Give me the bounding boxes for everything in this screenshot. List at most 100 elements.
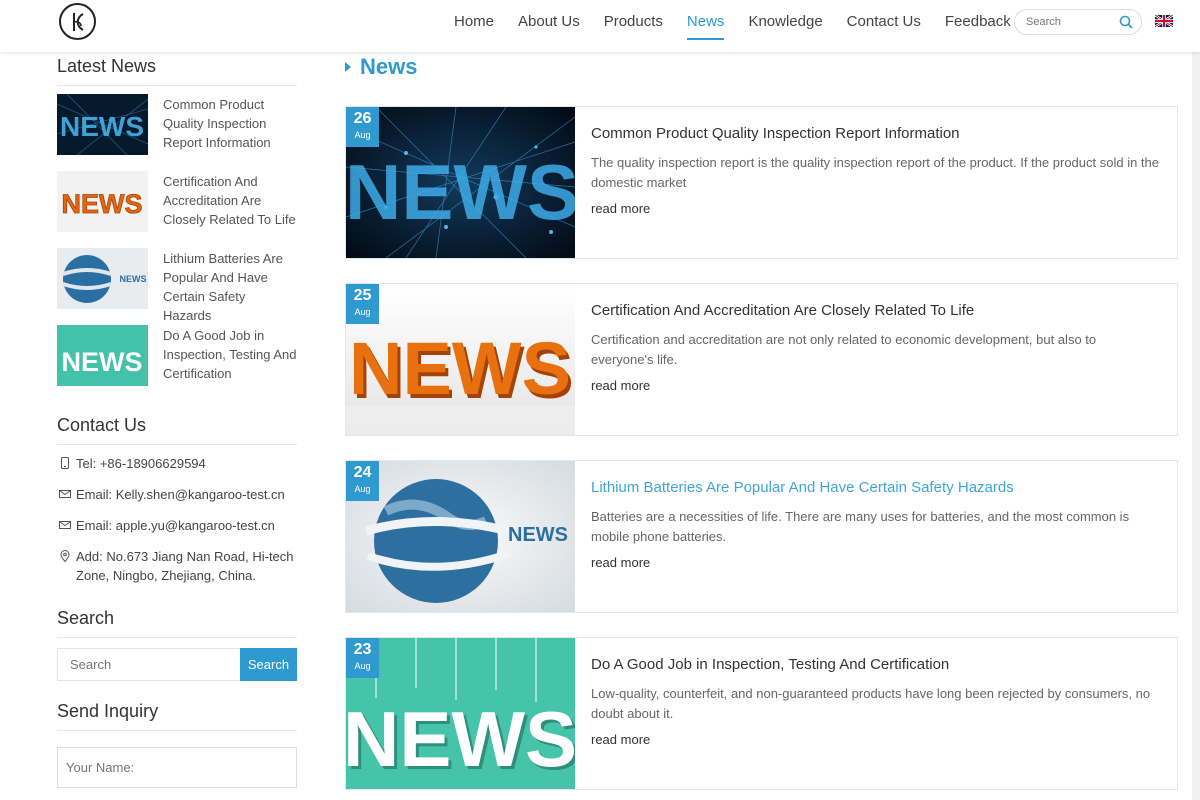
latest-news-title[interactable]: Lithium Batteries Are Popular And Have C…: [163, 248, 297, 325]
sidebar-search-button[interactable]: Search: [240, 648, 297, 681]
header-search-box: [1014, 9, 1142, 35]
location-icon: [60, 550, 70, 562]
sidebar-search: Search: [57, 648, 297, 681]
news-article-title[interactable]: Lithium Batteries Are Popular And Have C…: [591, 478, 1161, 498]
latest-news-title[interactable]: Common Product Quality Inspection Report…: [163, 94, 297, 171]
site-header: Home About Us Products News Knowledge Co…: [0, 0, 1200, 52]
image-news-label: NEWS: [508, 524, 568, 546]
logo-mark-icon: [72, 12, 84, 31]
date-badge: 24 Aug: [346, 461, 379, 501]
news-page-title-row: News: [345, 52, 1178, 82]
nav-knowledge[interactable]: Knowledge: [748, 0, 822, 40]
latest-news-item[interactable]: NEWS Do A Good Job in Inspection, Testin…: [57, 325, 297, 402]
date-month: Aug: [354, 661, 371, 671]
news-article-body: Lithium Batteries Are Popular And Have C…: [575, 461, 1177, 612]
nav-news[interactable]: News: [686, 0, 725, 40]
news-article-excerpt: Batteries are a necessities of life. The…: [591, 509, 1130, 544]
page-title: News: [360, 54, 418, 79]
news-teal-icon: NEWS NEWS: [346, 638, 575, 789]
news-article-card[interactable]: 23 Aug NEWS NEWS Do A Good Job in Inspec…: [345, 637, 1178, 790]
read-more-link[interactable]: read more: [591, 732, 650, 747]
news-article-card[interactable]: 26 Aug NEWS Common Product Quality Inspe…: [345, 106, 1178, 259]
page-scrollbar[interactable]: [1192, 52, 1200, 800]
news-globe-icon[interactable]: NEWS: [57, 248, 148, 309]
date-badge: 23 Aug: [346, 638, 379, 678]
contact-us-heading: Contact Us: [57, 415, 297, 445]
news-orange-icon[interactable]: NEWS: [57, 171, 148, 232]
news-article-excerpt: Low-quality, counterfeit, and non-guaran…: [591, 686, 1151, 721]
contact-address: Add: No.673 Jiang Nan Road, Hi-tech Zone…: [57, 547, 297, 585]
mail-icon: [59, 521, 71, 529]
search-heading: Search: [57, 608, 297, 638]
read-more-link[interactable]: read more: [591, 201, 650, 216]
mail-icon: [59, 490, 71, 498]
header-search-input[interactable]: [1026, 10, 1122, 34]
news-article-excerpt: The quality inspection report is the qua…: [591, 155, 1159, 190]
contact-phone: Tel: +86-18906629594: [57, 454, 297, 473]
main-nav: Home About Us Products News Knowledge Co…: [442, 0, 1023, 52]
news-globe-icon: NEWS: [346, 461, 575, 612]
date-month: Aug: [354, 307, 371, 317]
contact-email-text[interactable]: Email: apple.yu@kangaroo-test.cn: [76, 516, 275, 535]
contact-email-2: Email: apple.yu@kangaroo-test.cn: [57, 516, 297, 535]
news-article-title[interactable]: Do A Good Job in Inspection, Testing And…: [591, 655, 1161, 675]
read-more-link[interactable]: read more: [591, 378, 650, 393]
contact-address-text: Add: No.673 Jiang Nan Road, Hi-tech Zone…: [76, 549, 294, 583]
nav-about-us[interactable]: About Us: [518, 0, 580, 40]
news-article-image[interactable]: 24 Aug NEWS: [346, 461, 575, 612]
news-article-body: Common Product Quality Inspection Report…: [575, 107, 1177, 258]
news-article-excerpt: Certification and accreditation are not …: [591, 332, 1097, 367]
nav-products[interactable]: Products: [604, 0, 663, 40]
send-inquiry-heading: Send Inquiry: [57, 701, 297, 731]
latest-news-list: NEWS Common Product Quality Inspection R…: [57, 94, 297, 402]
contact-phone-text: Tel: +86-18906629594: [76, 456, 206, 471]
news-main: News 26 Aug NEWS Common Product Quality …: [345, 52, 1178, 790]
news-article-card[interactable]: 24 Aug NEWS Lithium Batteries Are Popula…: [345, 460, 1178, 613]
logo[interactable]: [59, 3, 96, 40]
search-icon[interactable]: [1119, 15, 1133, 29]
news-article-image[interactable]: 23 Aug NEWS NEWS: [346, 638, 575, 789]
news-article-body: Do A Good Job in Inspection, Testing And…: [575, 638, 1177, 789]
date-badge: 25 Aug: [346, 284, 379, 324]
nav-contact-us[interactable]: Contact Us: [847, 0, 921, 40]
date-day: 25: [353, 287, 372, 304]
nav-home[interactable]: Home: [454, 0, 494, 40]
contact-email-1: Email: Kelly.shen@kangaroo-test.cn: [57, 485, 297, 504]
nav-feedback[interactable]: Feedback: [945, 0, 1011, 40]
phone-icon: [61, 457, 69, 469]
svg-text:NEWS: NEWS: [62, 189, 143, 219]
contact-email-text[interactable]: Email: Kelly.shen@kangaroo-test.cn: [76, 485, 285, 504]
news-orange-icon: NEWS NEWS: [346, 284, 575, 435]
latest-news-title[interactable]: Do A Good Job in Inspection, Testing And…: [163, 325, 297, 402]
latest-news-item[interactable]: NEWS Common Product Quality Inspection R…: [57, 94, 297, 171]
contact-list: Tel: +86-18906629594 Email: Kelly.shen@k…: [57, 454, 297, 585]
svg-text:NEWS: NEWS: [349, 327, 571, 410]
news-blue-icon[interactable]: NEWS: [57, 94, 148, 155]
latest-news-item[interactable]: NEWS Lithium Batteries Are Popular And H…: [57, 248, 297, 325]
inquiry-name-field[interactable]: [57, 747, 297, 788]
sidebar: Latest News NEWS Common Product Quality …: [57, 52, 297, 788]
news-article-body: Certification And Accreditation Are Clos…: [575, 284, 1177, 435]
read-more-link[interactable]: read more: [591, 555, 650, 570]
latest-news-heading: Latest News: [57, 56, 297, 86]
latest-news-item[interactable]: NEWS Certification And Accreditation Are…: [57, 171, 297, 248]
date-month: Aug: [354, 130, 371, 140]
news-blue-icon: NEWS: [346, 107, 575, 258]
svg-text:NEWS: NEWS: [346, 148, 575, 236]
svg-text:NEWS: NEWS: [62, 347, 143, 377]
sidebar-search-input[interactable]: [57, 648, 240, 681]
triangle-right-icon: [345, 62, 351, 72]
latest-news-title[interactable]: Certification And Accreditation Are Clos…: [163, 171, 297, 248]
svg-text:NEWS: NEWS: [120, 274, 147, 284]
svg-text:NEWS: NEWS: [60, 111, 144, 142]
news-article-image[interactable]: 26 Aug NEWS: [346, 107, 575, 258]
date-day: 23: [353, 641, 372, 658]
news-article-image[interactable]: 25 Aug NEWS NEWS: [346, 284, 575, 435]
news-article-title[interactable]: Common Product Quality Inspection Report…: [591, 124, 1161, 144]
news-teal-icon[interactable]: NEWS: [57, 325, 148, 386]
date-day: 24: [353, 464, 372, 481]
news-article-title[interactable]: Certification And Accreditation Are Clos…: [591, 301, 1161, 321]
date-day: 26: [353, 110, 372, 127]
uk-flag-icon[interactable]: [1155, 15, 1173, 27]
news-article-card[interactable]: 25 Aug NEWS NEWS Certification And Accre…: [345, 283, 1178, 436]
